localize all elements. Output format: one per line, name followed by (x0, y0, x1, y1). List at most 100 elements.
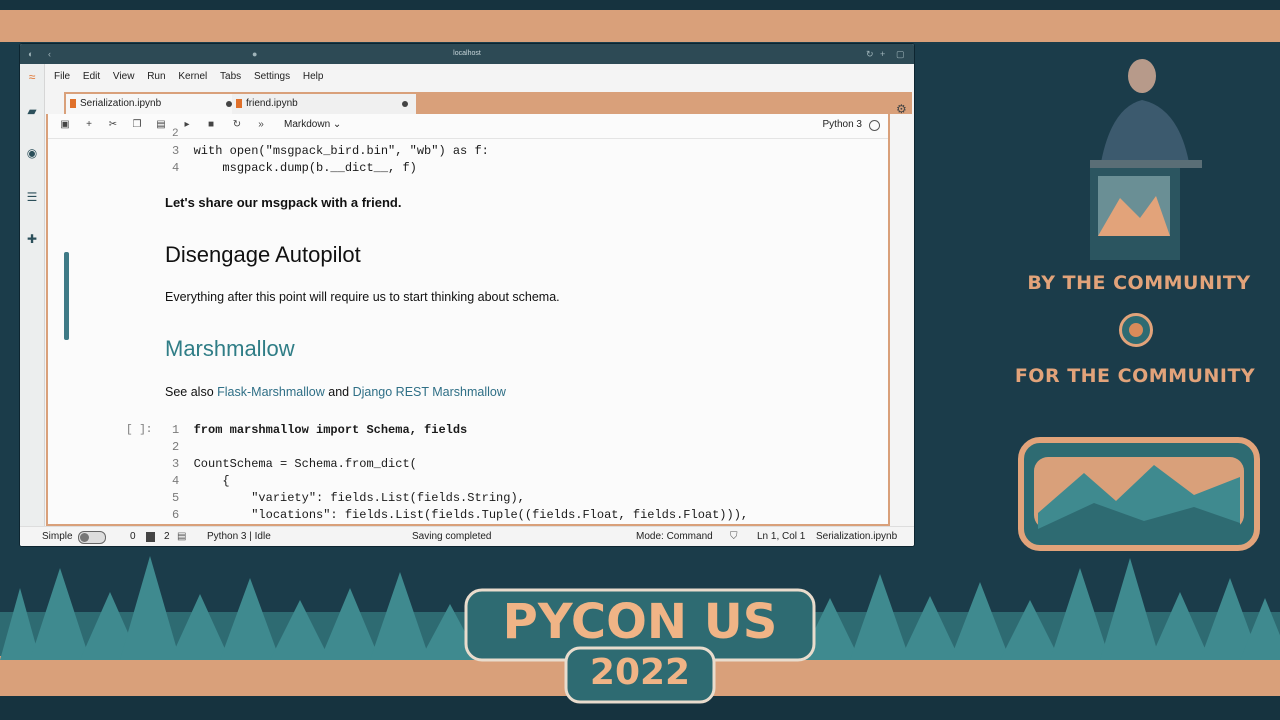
chevron-down-icon: ⌄ (332, 119, 342, 130)
code-line[interactable]: 2 (172, 440, 194, 454)
browser-window: ◐ ‹ ● localhost ↻ + ▢ ≈ ▰ ◉ ☰ ✚ File Edi… (20, 44, 914, 546)
pycon-title: PYCON US (502, 594, 778, 650)
for-the-community-text: FOR THE COMMUNITY (1014, 365, 1256, 387)
menu-edit[interactable]: Edit (83, 66, 100, 88)
terminal-icon (146, 532, 155, 542)
menu-tabs[interactable]: Tabs (220, 66, 241, 88)
code-text: { (193, 474, 230, 488)
tab-serialization[interactable]: Serialization.ipynb (66, 94, 240, 114)
menu-file[interactable]: File (54, 66, 70, 88)
pycon-logo: PYCON US 2022 (462, 586, 818, 706)
code-line[interactable]: 5 "variety": fields.List(fields.String), (172, 491, 525, 505)
new-tab-icon[interactable]: + (880, 49, 885, 59)
menu-run[interactable]: Run (147, 66, 165, 88)
run-icon[interactable]: ▸ (180, 118, 194, 132)
tab-friend[interactable]: friend.ipynb (232, 94, 416, 114)
line-number: 3 (172, 144, 180, 158)
code-text: CountSchema = Schema.from_dict( (193, 457, 417, 471)
unsaved-dot-icon[interactable] (402, 101, 408, 107)
insert-cell-icon[interactable]: + (82, 118, 96, 132)
line-number: 2 (172, 440, 180, 454)
restart-icon[interactable]: ↻ (230, 118, 244, 132)
terminals-count[interactable]: 0 (130, 531, 136, 542)
notebook-panel: ▣ + ✂ ❐ ▤ ▸ ■ ↻ » Markdown ⌄ Python 3 2 … (46, 114, 890, 526)
kernel-status-icon (869, 120, 880, 131)
code-text: from marshmallow import Schema, fields (193, 423, 468, 437)
menu-help[interactable]: Help (303, 66, 324, 88)
heading-marshmallow[interactable]: Marshmallow (165, 336, 295, 362)
see-also-and: and (324, 385, 353, 399)
django-rest-marshmallow-link[interactable]: Django REST Marshmallow (353, 385, 506, 399)
tab-label: Serialization.ipynb (80, 98, 162, 109)
address-bar[interactable]: localhost (20, 50, 914, 57)
browser-titlebar: ◐ ‹ ● localhost ↻ + ▢ (20, 44, 914, 64)
see-also-prefix: See also (165, 385, 218, 399)
markdown-text[interactable]: Let's share our msgpack with a friend. (165, 195, 401, 210)
stop-icon[interactable]: ■ (204, 118, 218, 132)
notebook-icon (70, 99, 76, 108)
heading-disengage-autopilot[interactable]: Disengage Autopilot (165, 242, 361, 268)
code-line[interactable]: 3 with open("msgpack_bird.bin", "wb") as… (172, 144, 489, 158)
notebook-tab-bar: Serialization.ipynb friend.ipynb (64, 92, 912, 114)
line-number: 6 (172, 508, 180, 522)
cell-type-select[interactable]: Markdown ⌄ (284, 119, 341, 130)
pycon-year: 2022 (589, 652, 691, 693)
reload-icon[interactable]: ↻ (866, 49, 874, 60)
property-inspector-icon[interactable]: ⚙ (896, 102, 907, 116)
status-bar: Simple 0 2 ▤ Python 3 | Idle Saving comp… (20, 526, 914, 546)
code-line[interactable]: 1 from marshmallow import Schema, fields (172, 423, 467, 437)
line-number: 4 (172, 474, 180, 488)
fast-forward-icon[interactable]: » (254, 118, 268, 132)
kernel-name[interactable]: Python 3 (823, 119, 862, 130)
jupyter-logo-icon: ≈ (28, 70, 36, 84)
line-number: 5 (172, 491, 180, 505)
flask-marshmallow-link[interactable]: Flask-Marshmallow (217, 385, 325, 399)
menu-bar: File Edit View Run Kernel Tabs Settings … (44, 66, 914, 88)
code-line[interactable]: 4 msgpack.dump(b.__dict__, f) (172, 161, 417, 175)
menu-kernel[interactable]: Kernel (178, 66, 207, 88)
menu-view[interactable]: View (113, 66, 135, 88)
by-the-community-text: BY THE COMMUNITY (1027, 272, 1251, 294)
code-line[interactable]: 3 CountSchema = Schema.from_dict( (172, 457, 417, 471)
save-icon[interactable]: ▣ (58, 118, 72, 132)
simple-mode-label: Simple (42, 531, 73, 542)
kernel-state[interactable]: Python 3 | Idle (207, 531, 271, 542)
save-status: Saving completed (412, 531, 492, 542)
current-file-name: Serialization.ipynb (816, 531, 898, 542)
code-text: "locations": fields.List(fields.Tuple((f… (193, 508, 749, 522)
table-of-contents-icon[interactable]: ☰ (25, 190, 39, 204)
code-text: with open("msgpack_bird.bin", "wb") as f… (193, 144, 489, 158)
cut-icon[interactable]: ✂ (106, 118, 120, 132)
folder-icon[interactable]: ▰ (25, 104, 39, 118)
simple-mode-toggle[interactable] (78, 531, 106, 544)
extensions-icon[interactable]: ✚ (25, 232, 39, 246)
running-kernels-icon[interactable]: ◉ (25, 146, 39, 160)
cell-prompt: [ ]: (126, 424, 153, 436)
community-dot-icon (1119, 313, 1153, 347)
stage-top-band (0, 0, 1280, 10)
copy-icon[interactable]: ❐ (130, 118, 144, 132)
conference-logo-badge (1018, 437, 1260, 551)
line-number: 3 (172, 457, 180, 471)
stage-top-stripe (0, 10, 1280, 42)
menu-settings[interactable]: Settings (254, 66, 290, 88)
notebook-mode[interactable]: Mode: Command (636, 531, 713, 542)
tab-label: friend.ipynb (246, 98, 298, 109)
paste-icon[interactable]: ▤ (154, 118, 168, 132)
code-line[interactable]: 4 { (172, 474, 230, 488)
trusted-shield-icon[interactable]: ⛉ (730, 531, 738, 542)
kernel-icon: ▤ (177, 531, 187, 542)
active-cell-indicator[interactable] (64, 252, 69, 340)
tabs-overview-icon[interactable]: ▢ (896, 49, 905, 60)
line-number: 1 (172, 423, 180, 437)
code-text: "variety": fields.List(fields.String), (193, 491, 525, 505)
mountain-logo-icon (1034, 457, 1244, 529)
jupyter-left-sidebar: ≈ ▰ ◉ ☰ ✚ (20, 64, 45, 546)
code-line[interactable]: 6 "locations": fields.List(fields.Tuple(… (172, 508, 748, 522)
cursor-position[interactable]: Ln 1, Col 1 (757, 531, 805, 542)
markdown-text[interactable]: Everything after this point will require… (165, 290, 560, 304)
speaker-photo (1060, 48, 1260, 260)
kernels-count[interactable]: 2 (164, 531, 170, 542)
code-text: msgpack.dump(b.__dict__, f) (193, 161, 417, 175)
code-line[interactable]: 2 (172, 128, 179, 140)
